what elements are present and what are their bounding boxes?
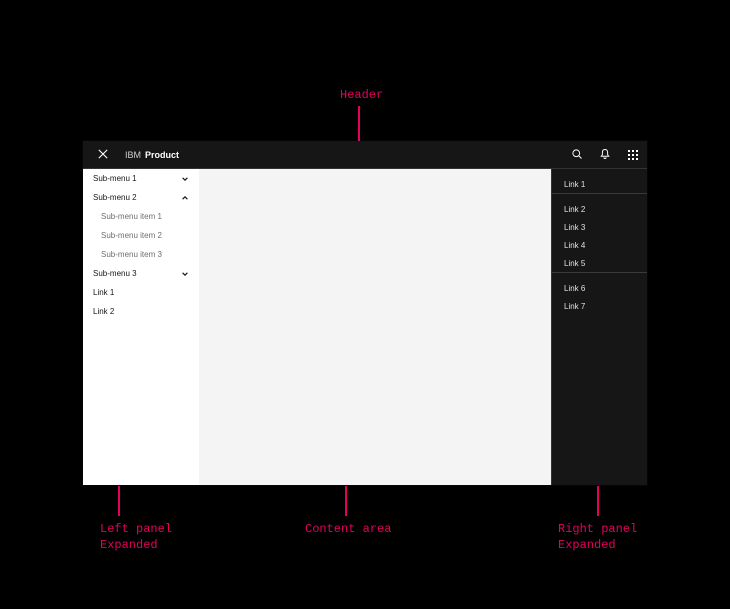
right-link-7[interactable]: Link 7 (552, 297, 647, 315)
annotation-left-panel: Left panel Expanded (100, 522, 172, 553)
app-switcher-icon (628, 150, 638, 160)
annotation-header-line (358, 106, 360, 141)
right-link-3[interactable]: Link 3 (552, 218, 647, 236)
brand-prefix: IBM (125, 150, 141, 160)
shell-header: IBM Product (83, 141, 647, 169)
submenu-2[interactable]: Sub-menu 2 (83, 188, 199, 207)
submenu-2-item-3[interactable]: Sub-menu item 3 (83, 245, 199, 264)
app-window: IBM Product (83, 141, 647, 485)
submenu-item-label: Sub-menu item 3 (93, 250, 162, 259)
right-link-2[interactable]: Link 2 (552, 200, 647, 218)
bell-icon (599, 148, 611, 162)
chevron-down-icon (181, 175, 189, 183)
submenu-label: Sub-menu 1 (93, 174, 137, 183)
right-link-4[interactable]: Link 4 (552, 236, 647, 254)
annotation-content-line (345, 486, 347, 516)
annotation-content: Content area (305, 522, 391, 538)
annotation-right-line (597, 486, 599, 516)
submenu-2-item-1[interactable]: Sub-menu item 1 (83, 207, 199, 226)
annotation-right-panel: Right panel Expanded (558, 522, 637, 553)
annotation-left-line (118, 486, 120, 516)
submenu-item-label: Sub-menu item 1 (93, 212, 162, 221)
chevron-down-icon (181, 270, 189, 278)
content-area (199, 169, 551, 485)
close-icon (98, 149, 108, 161)
search-button[interactable] (563, 141, 591, 169)
submenu-label: Sub-menu 3 (93, 269, 137, 278)
search-icon (571, 148, 583, 162)
left-panel: Sub-menu 1 Sub-menu 2 Sub-menu item 1 Su… (83, 169, 199, 485)
submenu-label: Sub-menu 2 (93, 193, 137, 202)
right-link-5[interactable]: Link 5 (552, 254, 647, 272)
annotation-header: Header (340, 88, 383, 104)
chevron-up-icon (181, 194, 189, 202)
submenu-2-item-2[interactable]: Sub-menu item 2 (83, 226, 199, 245)
right-link-1[interactable]: Link 1 (552, 175, 647, 193)
left-link-1[interactable]: Link 1 (83, 283, 199, 302)
notifications-button[interactable] (591, 141, 619, 169)
brand-name: Product (145, 150, 179, 160)
right-panel: Link 1 Link 2 Link 3 Link 4 Link 5 Link … (551, 169, 647, 485)
link-label: Link 2 (93, 307, 114, 316)
app-switcher-button[interactable] (619, 141, 647, 169)
close-button[interactable] (91, 141, 115, 169)
submenu-item-label: Sub-menu item 2 (93, 231, 162, 240)
right-link-6[interactable]: Link 6 (552, 279, 647, 297)
left-link-2[interactable]: Link 2 (83, 302, 199, 321)
submenu-1[interactable]: Sub-menu 1 (83, 169, 199, 188)
link-label: Link 1 (93, 288, 114, 297)
submenu-3[interactable]: Sub-menu 3 (83, 264, 199, 283)
brand[interactable]: IBM Product (125, 150, 179, 160)
